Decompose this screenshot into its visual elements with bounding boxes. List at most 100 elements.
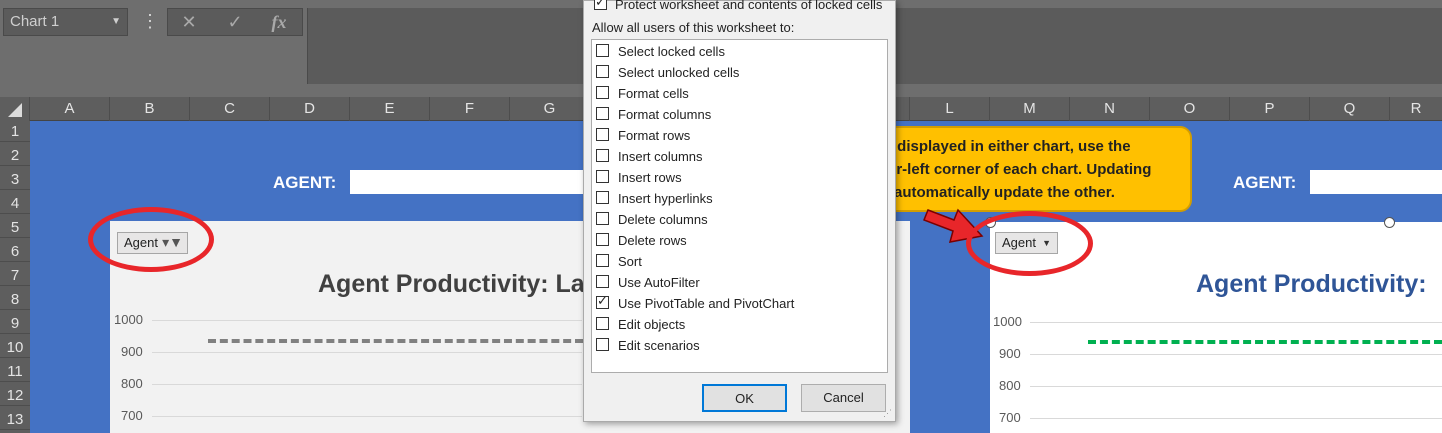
y-tick-right: 700 bbox=[999, 410, 1021, 425]
checkbox[interactable] bbox=[596, 317, 609, 330]
resize-grip-icon[interactable]: ⋰ bbox=[883, 408, 892, 419]
column-header-r[interactable]: R bbox=[1390, 97, 1442, 121]
checkbox[interactable] bbox=[596, 254, 609, 267]
row-headers: 1 2 3 4 5 6 7 8 9 10 11 12 13 bbox=[0, 121, 30, 433]
checkbox[interactable] bbox=[596, 107, 609, 120]
permission-format-rows[interactable]: Format rows bbox=[594, 125, 884, 146]
agent-cell-left[interactable] bbox=[350, 170, 590, 194]
checkbox[interactable] bbox=[596, 275, 609, 288]
checkbox[interactable] bbox=[596, 191, 609, 204]
select-all-corner[interactable] bbox=[0, 97, 30, 121]
permission-label: Insert columns bbox=[618, 149, 703, 164]
column-header-p[interactable]: P bbox=[1230, 97, 1310, 121]
callout-line: t displayed in either chart, use the bbox=[888, 138, 1131, 155]
permission-edit-scenarios[interactable]: Edit scenarios bbox=[594, 335, 884, 356]
protect-worksheet-option[interactable]: Protect worksheet and contents of locked… bbox=[592, 0, 892, 13]
column-header-n[interactable]: N bbox=[1070, 97, 1150, 121]
y-tick-left: 800 bbox=[121, 376, 143, 391]
checkbox[interactable] bbox=[596, 44, 609, 57]
permission-label: Use PivotTable and PivotChart bbox=[618, 296, 795, 311]
gridline bbox=[152, 352, 582, 353]
column-header-l[interactable]: L bbox=[910, 97, 990, 121]
row-header[interactable]: 8 bbox=[0, 289, 30, 310]
y-tick-right: 800 bbox=[999, 378, 1021, 393]
checkbox[interactable] bbox=[596, 338, 609, 351]
permission-label: Delete columns bbox=[618, 212, 708, 227]
column-header-q[interactable]: Q bbox=[1310, 97, 1390, 121]
insert-function-icon[interactable]: fx bbox=[264, 9, 294, 35]
checkbox[interactable] bbox=[596, 149, 609, 162]
gridline bbox=[1030, 354, 1442, 355]
highlight-ellipse-right bbox=[966, 211, 1093, 276]
permission-delete-columns[interactable]: Delete columns bbox=[594, 209, 884, 230]
agent-cell-right[interactable] bbox=[1310, 170, 1442, 194]
permission-label: Format columns bbox=[618, 107, 712, 122]
permission-sort[interactable]: Sort bbox=[594, 251, 884, 272]
permission-select-unlocked-cells[interactable]: Select unlocked cells bbox=[594, 62, 884, 83]
row-header[interactable]: 2 bbox=[0, 145, 30, 166]
target-line-right bbox=[1088, 340, 1442, 344]
name-box[interactable]: Chart 1 ▼ bbox=[3, 8, 128, 36]
permission-label: Edit objects bbox=[618, 317, 686, 332]
select-all-icon bbox=[8, 103, 22, 117]
permission-insert-rows[interactable]: Insert rows bbox=[594, 167, 884, 188]
cancel-button[interactable]: Cancel bbox=[801, 384, 886, 412]
gridline bbox=[152, 384, 582, 385]
permission-select-locked-cells[interactable]: Select locked cells bbox=[594, 41, 884, 62]
row-header[interactable]: 11 bbox=[0, 361, 30, 382]
agent-label-left: AGENT: bbox=[273, 173, 337, 192]
y-tick-left: 700 bbox=[121, 408, 143, 423]
row-header[interactable]: 6 bbox=[0, 241, 30, 262]
resize-handle[interactable] bbox=[1384, 217, 1395, 228]
protect-checkbox[interactable] bbox=[594, 0, 607, 10]
row-header[interactable]: 4 bbox=[0, 193, 30, 214]
column-header-g[interactable]: G bbox=[510, 97, 590, 121]
permission-label: Edit scenarios bbox=[618, 338, 700, 353]
checkbox[interactable] bbox=[596, 128, 609, 141]
more-options-icon[interactable]: ⋮ bbox=[141, 10, 159, 32]
permission-label: Format cells bbox=[618, 86, 689, 101]
column-header-b[interactable]: B bbox=[110, 97, 190, 121]
permission-insert-hyperlinks[interactable]: Insert hyperlinks bbox=[594, 188, 884, 209]
cancel-icon[interactable]: ✕ bbox=[174, 9, 204, 35]
permission-insert-columns[interactable]: Insert columns bbox=[594, 146, 884, 167]
permission-use-autofilter[interactable]: Use AutoFilter bbox=[594, 272, 884, 293]
column-header-f[interactable]: F bbox=[430, 97, 510, 121]
column-header-e[interactable]: E bbox=[350, 97, 430, 121]
permission-edit-objects[interactable]: Edit objects bbox=[594, 314, 884, 335]
row-header[interactable]: 5 bbox=[0, 217, 30, 238]
row-header[interactable]: 7 bbox=[0, 265, 30, 286]
ok-button[interactable]: OK bbox=[702, 384, 787, 412]
row-header[interactable]: 3 bbox=[0, 169, 30, 190]
protect-label: Protect worksheet and contents of locked… bbox=[615, 0, 883, 12]
y-tick-right: 900 bbox=[999, 346, 1021, 361]
column-header-a[interactable]: A bbox=[30, 97, 110, 121]
checkbox[interactable] bbox=[596, 170, 609, 183]
permission-format-cells[interactable]: Format cells bbox=[594, 83, 884, 104]
row-header[interactable]: 13 bbox=[0, 409, 30, 430]
y-tick-right: 1000 bbox=[993, 314, 1022, 329]
permissions-list[interactable]: Select locked cells Select unlocked cell… bbox=[591, 39, 888, 373]
row-header[interactable]: 10 bbox=[0, 337, 30, 358]
column-header-o[interactable]: O bbox=[1150, 97, 1230, 121]
agent-label-right: AGENT: bbox=[1233, 173, 1297, 192]
column-header-c[interactable]: C bbox=[190, 97, 270, 121]
chevron-down-icon[interactable]: ▼ bbox=[111, 9, 121, 35]
row-header[interactable]: 12 bbox=[0, 385, 30, 406]
checkbox[interactable] bbox=[596, 212, 609, 225]
checkbox[interactable] bbox=[596, 233, 609, 246]
permission-delete-rows[interactable]: Delete rows bbox=[594, 230, 884, 251]
row-header[interactable]: 9 bbox=[0, 313, 30, 334]
checkbox[interactable] bbox=[596, 65, 609, 78]
y-tick-left: 1000 bbox=[114, 312, 143, 327]
column-header-d[interactable]: D bbox=[270, 97, 350, 121]
permission-label: Insert rows bbox=[618, 170, 682, 185]
chart-title-left: Agent Productivity: La bbox=[318, 270, 585, 298]
enter-icon[interactable]: ✓ bbox=[220, 9, 250, 35]
row-header[interactable]: 1 bbox=[0, 121, 30, 142]
checkbox[interactable] bbox=[596, 293, 609, 309]
column-header-m[interactable]: M bbox=[990, 97, 1070, 121]
permission-use-pivottable[interactable]: Use PivotTable and PivotChart bbox=[594, 293, 884, 314]
permission-format-columns[interactable]: Format columns bbox=[594, 104, 884, 125]
checkbox[interactable] bbox=[596, 86, 609, 99]
